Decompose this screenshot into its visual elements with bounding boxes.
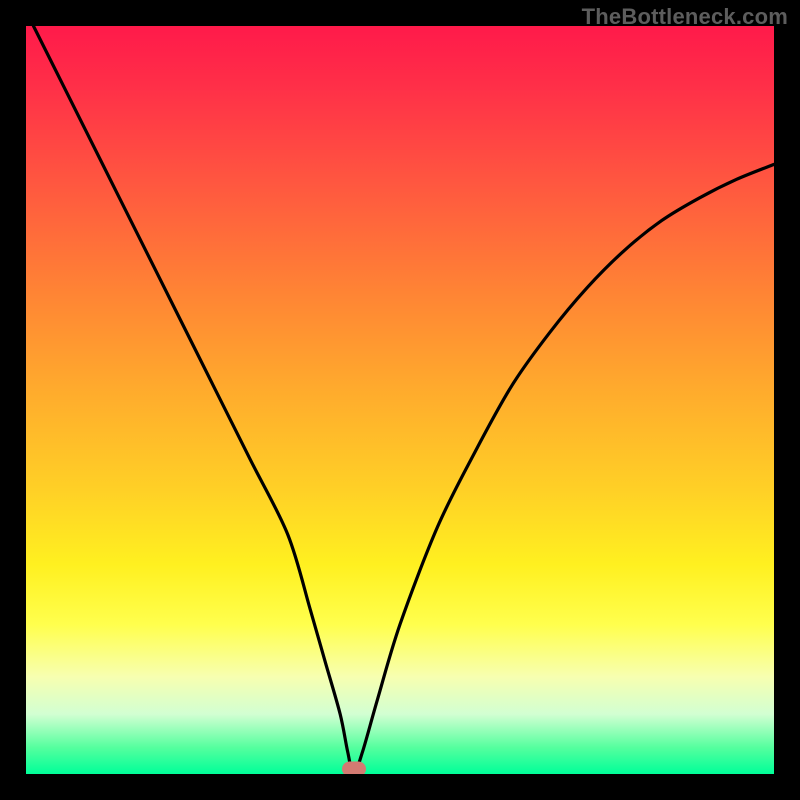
optimum-marker bbox=[342, 761, 366, 774]
plot-area bbox=[26, 26, 774, 774]
watermark-text: TheBottleneck.com bbox=[582, 4, 788, 30]
chart-frame: TheBottleneck.com bbox=[0, 0, 800, 800]
bottleneck-curve bbox=[26, 26, 774, 774]
